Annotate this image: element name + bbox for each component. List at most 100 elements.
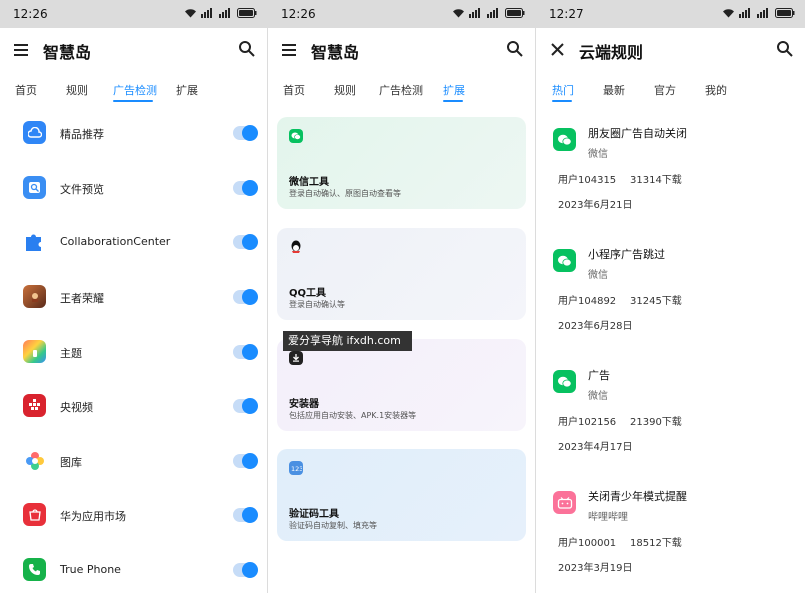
tab-mine[interactable]: 我的 [705, 82, 727, 98]
extension-card-wechat[interactable]: 微信工具 登录自动确认、原图自动查看等 [277, 117, 526, 209]
search-icon[interactable] [237, 39, 257, 59]
list-item[interactable]: 图库 [0, 435, 267, 489]
phone-icon [23, 558, 46, 581]
menu-icon[interactable] [280, 40, 300, 60]
rule-item[interactable]: 广告 微信 用户102156 21390下载 2023年4月17日 [536, 364, 805, 484]
active-tab-indicator [113, 100, 153, 102]
list-item-label: 华为应用市场 [60, 510, 126, 523]
app-title: 云端规则 [579, 43, 644, 62]
card-description: 登录自动确认、原图自动查看等 [289, 189, 401, 198]
rule-date: 2023年3月19日 [558, 563, 633, 574]
wechat-icon [553, 370, 576, 393]
list-item-label: 王者荣耀 [60, 292, 104, 305]
toggle-switch[interactable] [233, 234, 258, 250]
app-store-icon [23, 121, 46, 144]
rule-user: 用户102156 [558, 417, 617, 428]
theme-icon [23, 340, 46, 363]
card-title: QQ工具 [289, 288, 327, 299]
rule-downloads: 31314下载 [630, 175, 682, 186]
list-item-label: 央视频 [60, 401, 93, 414]
wifi-icon [723, 9, 734, 18]
signal-icon [469, 8, 480, 18]
tab-ad-detection[interactable]: 广告检测 [379, 82, 423, 98]
status-time: 12:26 [13, 7, 48, 21]
file-preview-icon [23, 176, 46, 199]
signal-icon [739, 8, 750, 18]
extension-card-installer[interactable]: 安装器 包括应用自动安装、APK.1安装器等 [277, 339, 526, 431]
toggle-switch[interactable] [233, 398, 258, 414]
rule-user: 用户104315 [558, 175, 617, 186]
extension-card-qq[interactable]: QQ工具 登录自动确认等 [277, 228, 526, 320]
list-item[interactable]: 央视频 [0, 380, 267, 434]
list-item-label: 图库 [60, 456, 82, 469]
tab-bar: 热门 最新 官方 我的 [536, 78, 805, 104]
status-icons [722, 8, 795, 18]
signal-icon [201, 8, 212, 18]
list-item[interactable]: 精品推荐 [0, 107, 267, 161]
bilibili-icon [553, 491, 576, 514]
tab-latest[interactable]: 最新 [603, 82, 625, 98]
list-item-label: CollaborationCenter [60, 235, 171, 248]
toggle-switch[interactable] [233, 453, 258, 469]
list-item[interactable]: 华为应用市场 [0, 489, 267, 543]
app-market-icon [23, 503, 46, 526]
wechat-icon [553, 249, 576, 272]
tab-bar: 首页 规则 广告检测 扩展 [268, 78, 535, 104]
tab-ad-detection[interactable]: 广告检测 [113, 82, 157, 98]
tab-rules[interactable]: 规则 [334, 82, 356, 98]
rule-downloads: 21390下载 [630, 417, 682, 428]
card-description: 登录自动确认等 [289, 300, 345, 309]
rule-date: 2023年6月21日 [558, 200, 633, 211]
list-item[interactable]: 王者荣耀 [0, 271, 267, 325]
card-title: 安装器 [289, 399, 319, 410]
toggle-switch[interactable] [233, 125, 258, 141]
rule-name: 朋友圈广告自动关闭 [588, 127, 687, 140]
card-title: 微信工具 [289, 177, 329, 188]
screen-extensions: 12:26 智慧岛 首页 规则 广告检测 扩展 微信工具 登录自动确认、原图自动… [268, 0, 535, 593]
tab-home[interactable]: 首页 [15, 82, 37, 98]
status-time: 12:26 [281, 7, 316, 21]
list-item[interactable]: True Phone [0, 544, 267, 593]
rule-app: 微信 [588, 149, 608, 160]
search-icon[interactable] [505, 39, 525, 59]
wechat-icon [553, 128, 576, 151]
toggle-switch[interactable] [233, 344, 258, 360]
rule-item[interactable]: 朋友圈广告自动关闭 微信 用户104315 31314下载 2023年6月21日 [536, 122, 805, 242]
verification-code-icon: 123 [289, 461, 303, 475]
menu-icon[interactable] [12, 40, 32, 60]
list-item-label: 文件预览 [60, 183, 104, 196]
rule-item[interactable]: 小程序广告跳过 微信 用户104892 31245下载 2023年6月28日 [536, 243, 805, 363]
tab-official[interactable]: 官方 [654, 82, 676, 98]
toggle-switch[interactable] [233, 180, 258, 196]
toggle-switch[interactable] [233, 507, 258, 523]
wifi-icon [185, 9, 196, 18]
list-item[interactable]: CollaborationCenter [0, 216, 267, 270]
tab-rules[interactable]: 规则 [66, 82, 88, 98]
active-tab-indicator [443, 100, 463, 102]
battery-icon [237, 8, 257, 18]
tab-bar: 首页 规则 广告检测 扩展 [0, 78, 267, 104]
list-item[interactable]: 主题 [0, 326, 267, 380]
tab-extensions[interactable]: 扩展 [176, 82, 198, 98]
tab-extensions[interactable]: 扩展 [443, 82, 465, 98]
game-icon [23, 285, 46, 308]
screen-cloud-rules: 12:27 云端规则 热门 最新 官方 我的 朋友圈广告自动关闭 微信 用户10… [536, 0, 805, 593]
toggle-switch[interactable] [233, 562, 258, 578]
wifi-icon [453, 9, 464, 18]
search-icon[interactable] [775, 39, 795, 59]
signal-icon [487, 8, 498, 18]
rule-user: 用户100001 [558, 538, 617, 549]
tab-hot[interactable]: 热门 [552, 82, 574, 98]
rule-name: 小程序广告跳过 [588, 248, 665, 261]
rule-name: 关闭青少年模式提醒 [588, 490, 687, 503]
rule-item[interactable]: 关闭青少年模式提醒 哔哩哔哩 用户100001 18512下载 2023年3月1… [536, 485, 805, 593]
rule-user: 用户104892 [558, 296, 617, 307]
tab-home[interactable]: 首页 [283, 82, 305, 98]
toggle-switch[interactable] [233, 289, 258, 305]
extension-card-verification-code[interactable]: 123 验证码工具 验证码自动复制、填充等 [277, 449, 526, 541]
list-item[interactable]: 文件预览 [0, 162, 267, 216]
card-title: 验证码工具 [289, 509, 339, 520]
rule-date: 2023年4月17日 [558, 442, 633, 453]
close-icon[interactable] [548, 40, 568, 60]
puzzle-icon [23, 230, 46, 253]
